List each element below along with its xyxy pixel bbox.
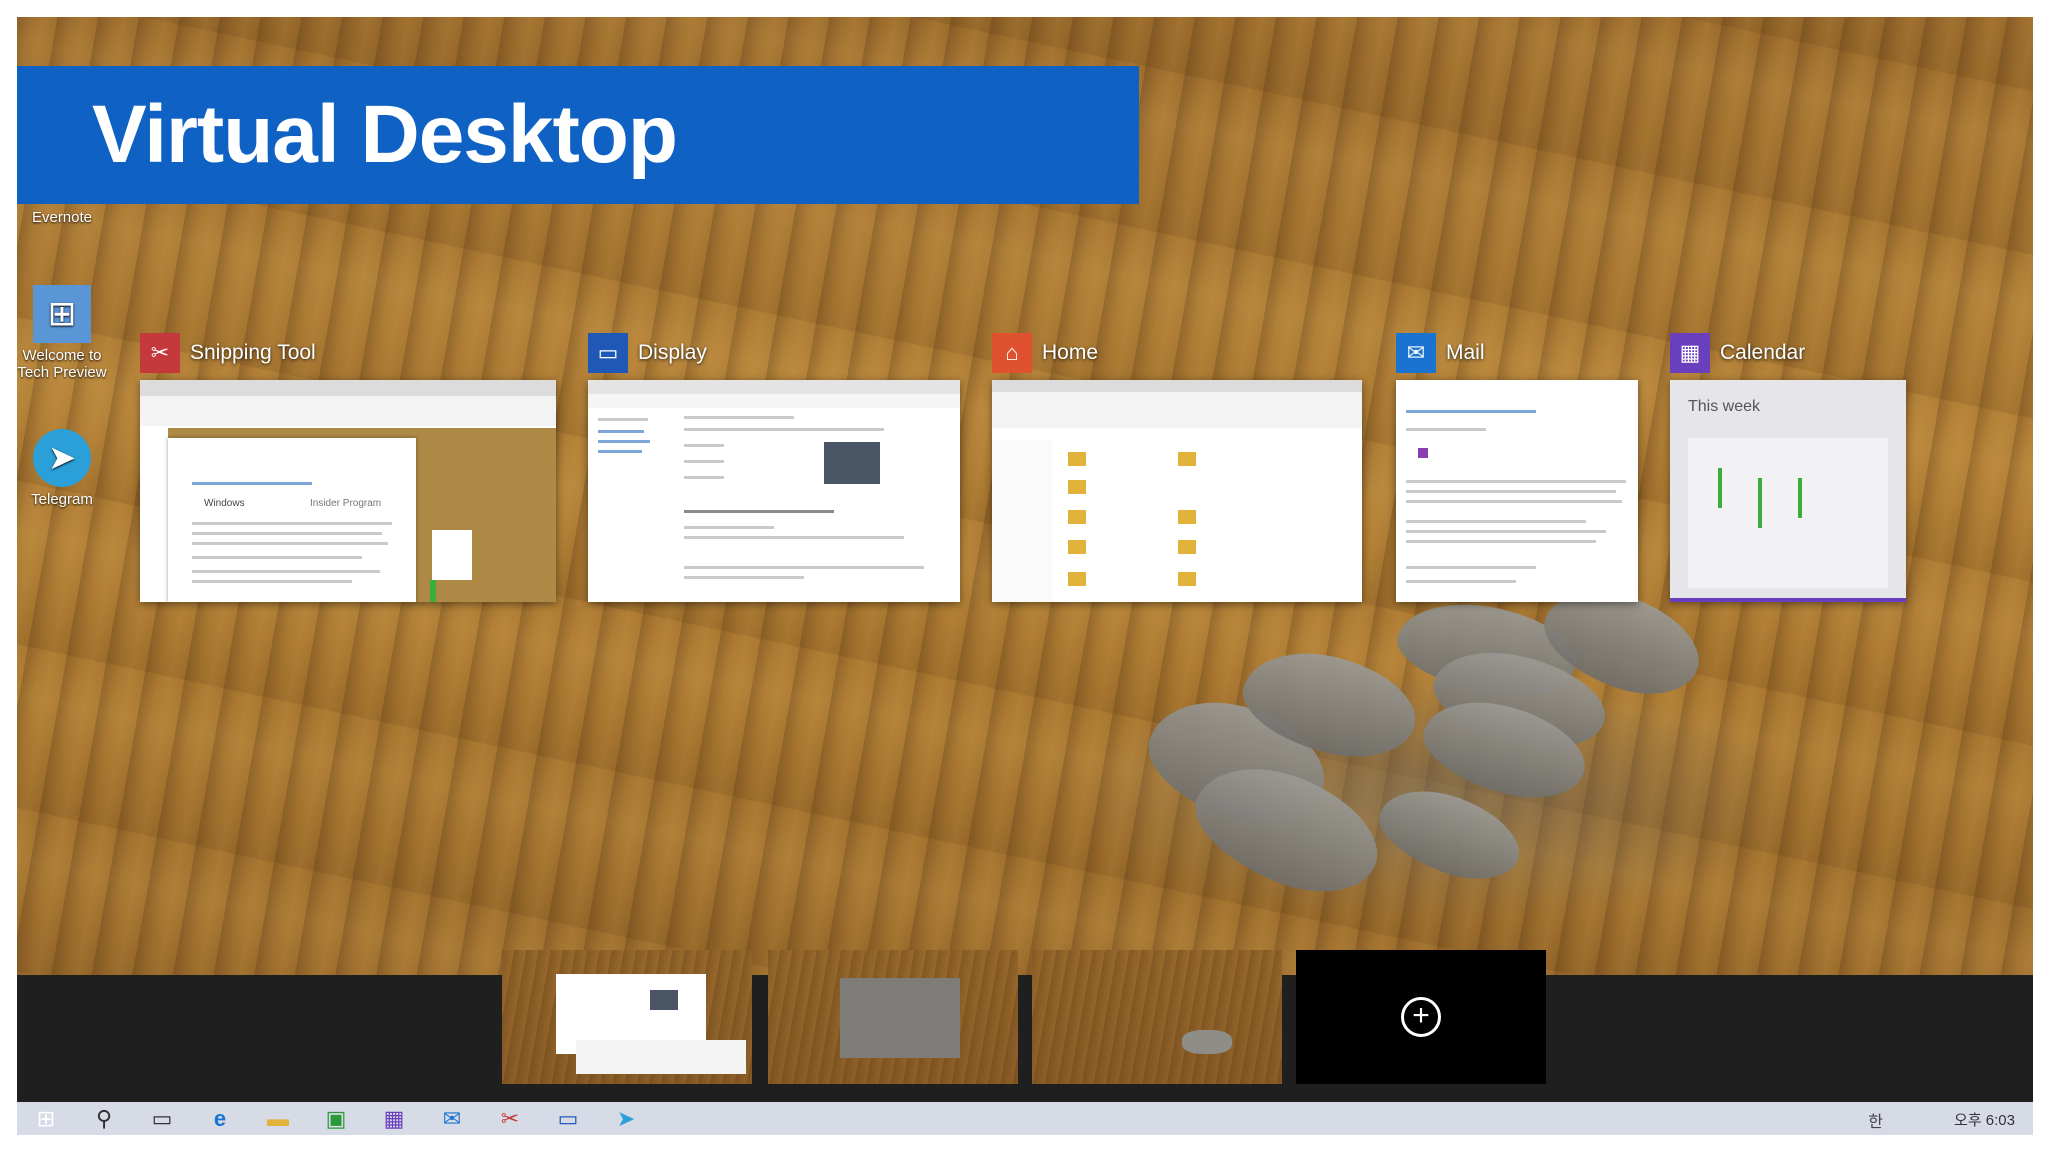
snipping-program: Insider Program bbox=[310, 498, 382, 509]
new-desktop-button[interactable]: + bbox=[1296, 950, 1546, 1084]
ime-indicator[interactable]: 한 bbox=[1868, 1114, 1893, 1131]
file-explorer-icon[interactable]: ▬ bbox=[249, 1102, 307, 1135]
window-preview bbox=[1396, 380, 1638, 602]
desktop-icon-telegram[interactable]: ➤ Telegram bbox=[17, 429, 107, 508]
window-title: Display bbox=[638, 341, 707, 364]
window-title: Home bbox=[1042, 341, 1099, 364]
desktop-icon-label: Welcome to Tech Preview bbox=[17, 347, 107, 381]
window-title: Calendar bbox=[1720, 341, 1806, 364]
calendar-icon[interactable]: ▦ bbox=[365, 1102, 423, 1135]
window-title: Mail bbox=[1446, 341, 1485, 364]
desktop-icon-welcome[interactable]: ⊞ Welcome to Tech Preview bbox=[17, 285, 107, 381]
snipping-brand: Windows bbox=[204, 498, 245, 509]
scissors-icon: ✂ bbox=[140, 333, 180, 373]
title-banner: Virtual Desktop bbox=[17, 66, 1139, 204]
windows-icon: ⊞ bbox=[33, 285, 91, 343]
window-title: Snipping Tool bbox=[190, 341, 316, 364]
snipping-icon[interactable]: ✂ bbox=[481, 1102, 539, 1135]
virtual-desktop-1[interactable] bbox=[502, 950, 752, 1084]
desktop-icon-label: Telegram bbox=[31, 491, 93, 508]
system-tray[interactable]: 한 bbox=[1868, 1108, 1893, 1132]
telegram-icon[interactable]: ➤ bbox=[597, 1102, 655, 1135]
desktop-icon-label: Evernote bbox=[31, 209, 93, 226]
desktop-icon-evernote[interactable]: Evernote bbox=[17, 209, 107, 226]
window-preview: This week bbox=[1670, 380, 1906, 602]
window-display[interactable]: ▭ Display bbox=[588, 330, 960, 602]
plus-circle-icon: + bbox=[1401, 997, 1441, 1037]
taskbar-clock[interactable]: 오후 6:03 bbox=[1954, 1109, 2015, 1130]
window-snipping-tool[interactable]: ✂ Snipping Tool Windows Insider Program bbox=[140, 330, 556, 602]
virtual-desktop-bar bbox=[17, 975, 2033, 1102]
telegram-icon: ➤ bbox=[33, 429, 91, 487]
window-home[interactable]: ⌂ Home bbox=[992, 330, 1362, 602]
home-icon: ⌂ bbox=[992, 333, 1032, 373]
window-mail[interactable]: ✉ Mail bbox=[1396, 330, 1638, 602]
display-icon[interactable]: ▭ bbox=[539, 1102, 597, 1135]
task-view-icon[interactable]: ▭ bbox=[133, 1102, 191, 1135]
monitor-icon: ▭ bbox=[588, 333, 628, 373]
page-title: Virtual Desktop bbox=[92, 89, 678, 180]
window-preview bbox=[992, 380, 1362, 602]
ie-icon[interactable]: e bbox=[191, 1102, 249, 1135]
window-preview: Windows Insider Program bbox=[140, 380, 556, 602]
taskbar: ⊞ ⚲ ▭ e ▬ ▣ ▦ ✉ ✂ ▭ ➤ 한 오후 6:03 bbox=[17, 1102, 2033, 1135]
virtual-desktop-3[interactable] bbox=[1032, 950, 1282, 1084]
envelope-icon: ✉ bbox=[1396, 333, 1436, 373]
mail-icon[interactable]: ✉ bbox=[423, 1102, 481, 1135]
window-preview bbox=[588, 380, 960, 602]
store-icon[interactable]: ▣ bbox=[307, 1102, 365, 1135]
window-calendar[interactable]: ▦ Calendar This week bbox=[1670, 330, 1906, 602]
calendar-icon: ▦ bbox=[1670, 333, 1710, 373]
calendar-heading: This week bbox=[1688, 398, 1761, 415]
search-icon[interactable]: ⚲ bbox=[75, 1102, 133, 1135]
virtual-desktop-2[interactable] bbox=[768, 950, 1018, 1084]
start-icon[interactable]: ⊞ bbox=[17, 1102, 75, 1135]
